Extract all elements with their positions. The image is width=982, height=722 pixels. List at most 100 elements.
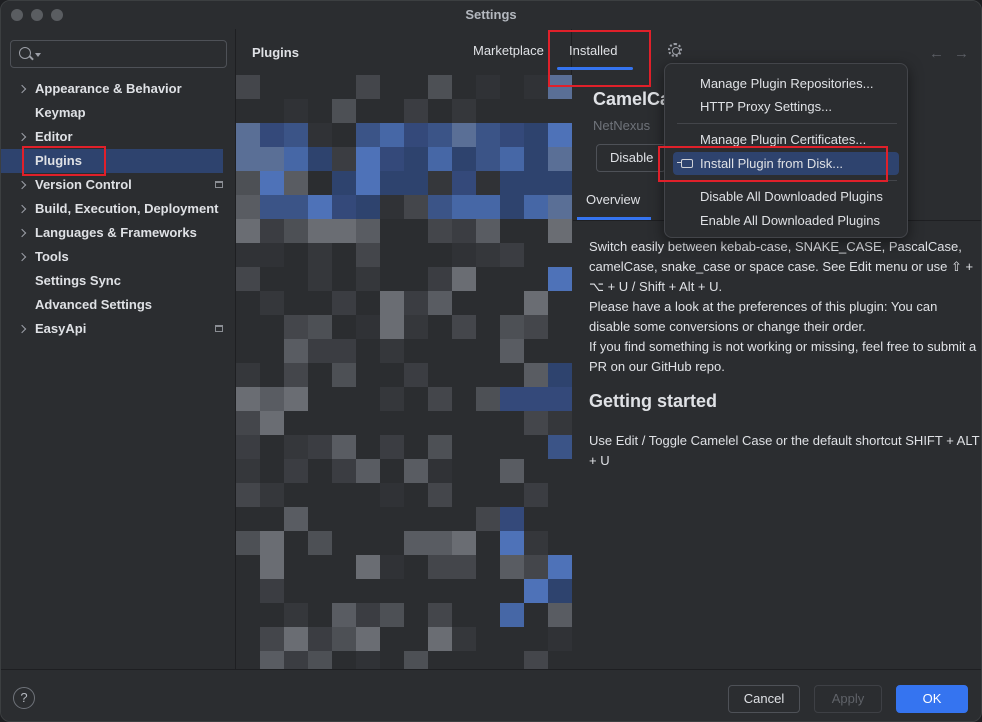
- getting-started-text: Use Edit / Toggle Camelel Case or the de…: [589, 433, 980, 468]
- apply-button[interactable]: Apply: [814, 685, 882, 713]
- obscured-pixel: [356, 459, 380, 483]
- obscured-pixel: [404, 459, 428, 483]
- chevron-right-icon[interactable]: [17, 180, 27, 190]
- obscured-pixel: [452, 171, 476, 195]
- obscured-pixel: [500, 315, 524, 339]
- sidebar-item-label: Keymap: [35, 105, 86, 120]
- obscured-pixel: [356, 531, 380, 555]
- menu-item-manage-plugin-repositories[interactable]: Manage Plugin Repositories...: [673, 72, 899, 95]
- sidebar-item-tools[interactable]: Tools: [1, 245, 223, 269]
- obscured-pixel: [284, 459, 308, 483]
- sidebar-item-editor[interactable]: Editor: [1, 125, 223, 149]
- obscured-pixel: [428, 291, 452, 315]
- obscured-pixel: [380, 243, 404, 267]
- obscured-pixel: [356, 603, 380, 627]
- obscured-pixel: [404, 267, 428, 291]
- menu-item-enable-all-downloaded[interactable]: Enable All Downloaded Plugins: [673, 209, 899, 232]
- sidebar-item-label: Build, Execution, Deployment: [35, 201, 219, 216]
- obscured-pixel: [500, 483, 524, 507]
- search-input[interactable]: [10, 40, 227, 68]
- obscured-pixel: [548, 363, 572, 387]
- obscured-pixel: [500, 579, 524, 603]
- sidebar-item-easyapi[interactable]: EasyApi: [1, 317, 223, 341]
- chevron-right-icon[interactable]: [17, 252, 27, 262]
- obscured-pixel: [500, 195, 524, 219]
- obscured-pixel: [260, 531, 284, 555]
- obscured-pixel: [284, 243, 308, 267]
- plugin-vendor[interactable]: NetNexus: [593, 118, 650, 133]
- obscured-pixel: [548, 411, 572, 435]
- sidebar-item-label: Appearance & Behavior: [35, 81, 182, 96]
- obscured-pixel: [356, 147, 380, 171]
- tab-marketplace[interactable]: Marketplace: [473, 43, 544, 58]
- obscured-pixel: [476, 531, 500, 555]
- obscured-pixel: [500, 627, 524, 651]
- obscured-pixel: [548, 579, 572, 603]
- obscured-pixel: [428, 579, 452, 603]
- obscured-pixel: [500, 171, 524, 195]
- sidebar-item-appearance-behavior[interactable]: Appearance & Behavior: [1, 77, 223, 101]
- menu-item-disable-all-downloaded[interactable]: Disable All Downloaded Plugins: [673, 185, 899, 208]
- chevron-right-icon[interactable]: [17, 204, 27, 214]
- plugin-description: Switch easily between kebab-case, SNAKE_…: [589, 237, 981, 377]
- obscured-pixel: [476, 363, 500, 387]
- sidebar-item-plugins[interactable]: Plugins: [1, 149, 223, 173]
- obscured-pixel: [356, 435, 380, 459]
- obscured-pixel: [548, 483, 572, 507]
- obscured-pixel: [332, 315, 356, 339]
- plugin-list-obscured[interactable]: [236, 75, 572, 675]
- obscured-pixel: [452, 459, 476, 483]
- obscured-pixel: [524, 171, 548, 195]
- obscured-pixel: [404, 483, 428, 507]
- obscured-pixel: [284, 627, 308, 651]
- sidebar-item-version-control[interactable]: Version Control: [1, 173, 223, 197]
- obscured-pixel: [428, 435, 452, 459]
- obscured-pixel: [452, 483, 476, 507]
- obscured-pixel: [452, 363, 476, 387]
- obscured-pixel: [236, 531, 260, 555]
- chevron-down-icon[interactable]: [35, 53, 41, 57]
- sidebar-item-settings-sync[interactable]: Settings Sync: [1, 269, 223, 293]
- obscured-pixel: [284, 483, 308, 507]
- obscured-pixel: [476, 435, 500, 459]
- sidebar-item-label: Languages & Frameworks: [35, 225, 197, 240]
- obscured-pixel: [404, 387, 428, 411]
- obscured-pixel: [332, 123, 356, 147]
- obscured-pixel: [236, 387, 260, 411]
- obscured-pixel: [404, 603, 428, 627]
- obscured-pixel: [524, 363, 548, 387]
- chevron-right-icon[interactable]: [17, 324, 27, 334]
- obscured-pixel: [428, 99, 452, 123]
- ok-button[interactable]: OK: [896, 685, 968, 713]
- chevron-right-icon[interactable]: [17, 228, 27, 238]
- menu-item-manage-plugin-certificates[interactable]: Manage Plugin Certificates...: [673, 128, 899, 151]
- obscured-pixel: [332, 99, 356, 123]
- disable-button[interactable]: Disable: [596, 144, 666, 172]
- description-paragraph: Switch easily between kebab-case, SNAKE_…: [589, 239, 974, 294]
- obscured-pixel: [356, 171, 380, 195]
- tab-overview[interactable]: Overview: [586, 192, 640, 207]
- chevron-right-icon[interactable]: [17, 132, 27, 142]
- obscured-pixel: [260, 243, 284, 267]
- obscured-pixel: [548, 195, 572, 219]
- menu-item-http-proxy-settings[interactable]: HTTP Proxy Settings...: [673, 95, 899, 118]
- obscured-pixel: [500, 75, 524, 99]
- obscured-pixel: [380, 123, 404, 147]
- obscured-pixel: [380, 195, 404, 219]
- obscured-pixel: [356, 555, 380, 579]
- cancel-button[interactable]: Cancel: [728, 685, 800, 713]
- obscured-pixel: [548, 507, 572, 531]
- obscured-pixel: [500, 507, 524, 531]
- sidebar-item-languages-frameworks[interactable]: Languages & Frameworks: [1, 221, 223, 245]
- obscured-pixel: [260, 315, 284, 339]
- sidebar-item-build-execution-deployment[interactable]: Build, Execution, Deployment: [1, 197, 223, 221]
- chevron-right-icon[interactable]: [17, 84, 27, 94]
- menu-item-install-plugin-from-disk[interactable]: Install Plugin from Disk...: [673, 152, 899, 175]
- sidebar-item-advanced-settings[interactable]: Advanced Settings: [1, 293, 223, 317]
- obscured-pixel: [524, 507, 548, 531]
- sidebar-item-keymap[interactable]: Keymap: [1, 101, 223, 125]
- obscured-pixel: [524, 483, 548, 507]
- plugins-heading: Plugins: [252, 45, 299, 60]
- help-button[interactable]: ?: [13, 687, 35, 709]
- obscured-pixel: [284, 363, 308, 387]
